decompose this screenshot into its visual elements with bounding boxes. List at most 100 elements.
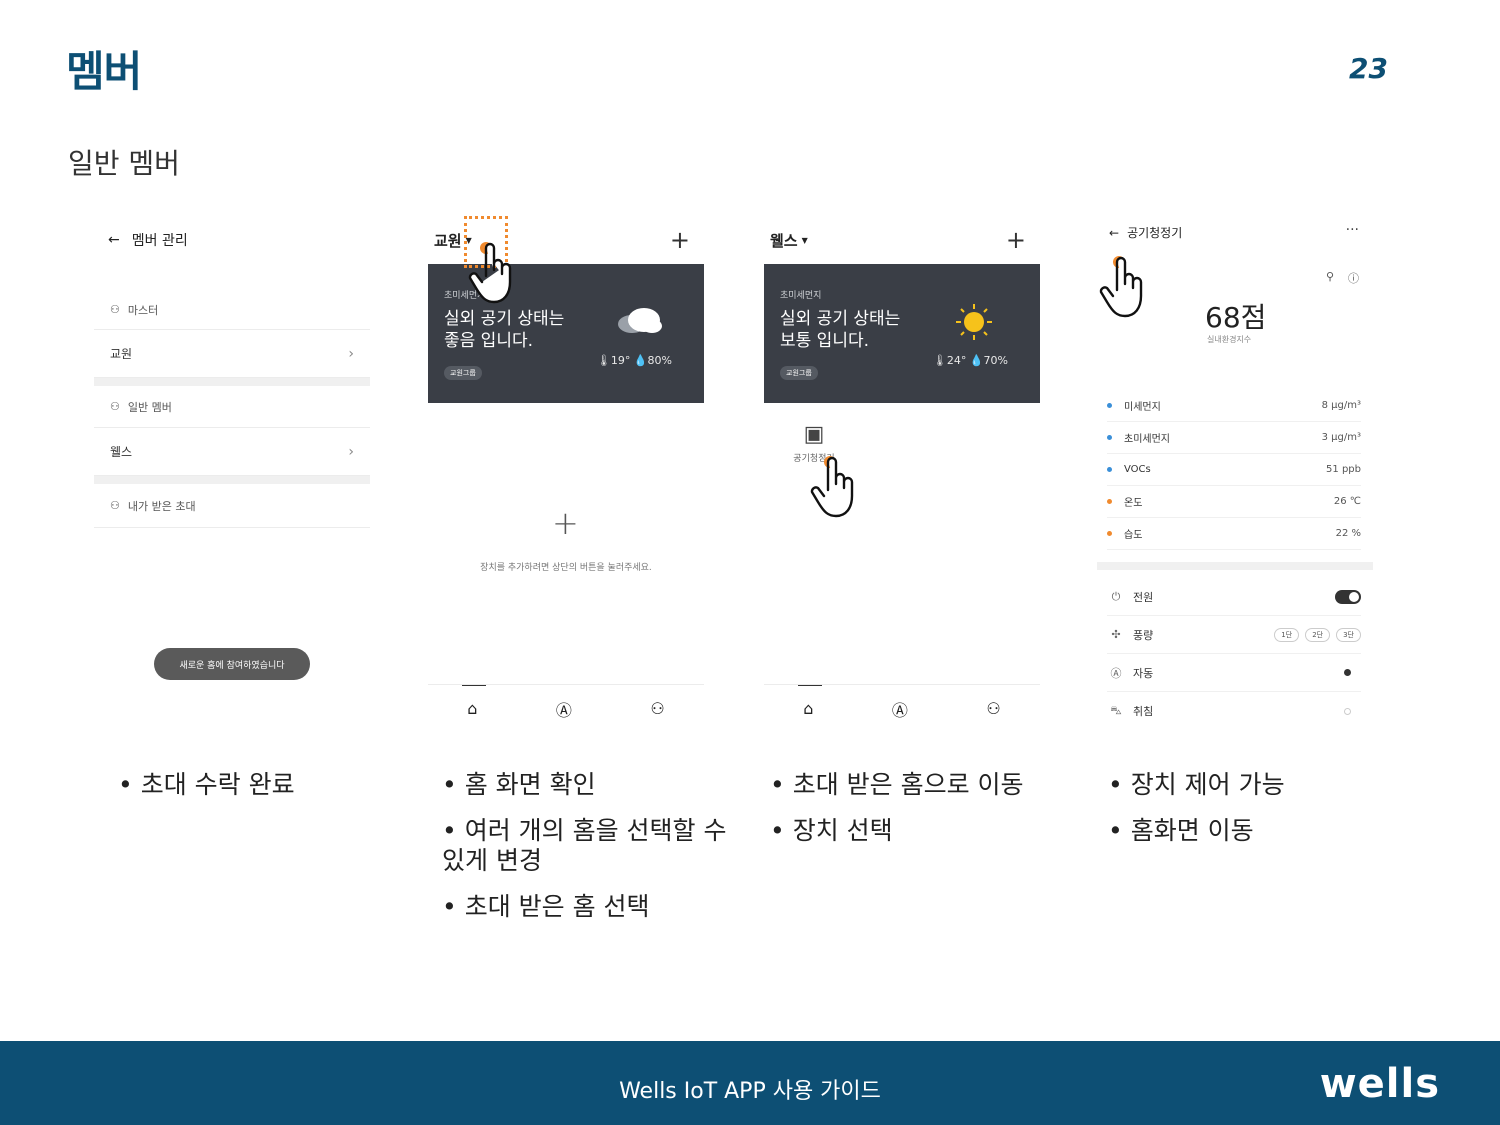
metric-name: 초미세먼지 <box>1124 434 1170 445</box>
home-item-wells[interactable]: 웰스 › <box>94 428 370 476</box>
auto-icon: Ⓐ <box>1110 666 1122 680</box>
caption-item: 초대 수락 완료 <box>118 770 408 800</box>
airflow-control: ✣ 풍량 1단 2단 3단 <box>1107 616 1361 654</box>
sleep-control: ⛍ 취침 <box>1107 692 1361 730</box>
screen-header: ← 공기청정기 <box>1109 224 1182 241</box>
home-screen-wells: 웰스 ▼ + 초미세먼지 실외 공기 상태는 보통 입니다. 교원그룹 🌡24°… <box>764 212 1040 732</box>
footer-title: Wells IoT APP 사용 가이드 <box>619 1079 881 1104</box>
status-dot <box>1107 499 1112 504</box>
caption-item: 초대 받은 홈 선택 <box>442 892 732 922</box>
group-tag: 교원그룹 <box>780 366 818 380</box>
header-title: 멤버 관리 <box>131 233 188 249</box>
wells-logo: wells <box>1319 1061 1440 1107</box>
auto-tab-icon[interactable]: Ⓐ <box>892 697 908 721</box>
section-subtitle: 일반 멤버 <box>68 147 180 180</box>
speed-1-button[interactable]: 1단 <box>1274 627 1300 642</box>
add-device-button[interactable]: + <box>670 226 690 254</box>
metric-row: 습도 22 % <box>1107 518 1361 550</box>
device-control-screen: ← 공기청정기 ··· ⚲ ⓘ 68점 실내환경지수 미세먼지 8 μg/m³ … <box>1097 212 1373 732</box>
status-dot <box>1107 467 1112 472</box>
profile-tab-icon[interactable]: ⚇ <box>986 699 1000 718</box>
fan-icon: ✣ <box>1111 628 1121 641</box>
metric-value: 8 μg/m³ <box>1321 400 1361 411</box>
master-label: 마스터 <box>127 303 159 317</box>
chevron-right-icon: › <box>348 345 354 362</box>
card-label: 초미세먼지 <box>780 291 822 301</box>
caption-item: 장치 제어 가능 <box>1108 770 1398 800</box>
card-status: 실외 공기 상태는 보통 입니다. <box>780 309 901 351</box>
filter-icon[interactable]: ⚲ <box>1326 270 1334 286</box>
status-dot <box>1107 435 1112 440</box>
weather-readout: 🌡19° 💧80% <box>596 354 672 367</box>
sun-icon <box>956 304 992 340</box>
home-name: 교원 <box>434 232 462 250</box>
speed-2-button[interactable]: 2단 <box>1305 627 1331 642</box>
caption-item: 홈화면 이동 <box>1108 816 1398 846</box>
add-device-button[interactable]: + <box>1006 226 1026 254</box>
auto-radio[interactable] <box>1344 669 1351 676</box>
metric-name: VOCs <box>1124 464 1151 475</box>
master-icon: ⚇ <box>110 303 120 316</box>
weather-readout: 🌡24° 💧70% <box>932 354 1008 367</box>
general-member-section: ⚇ 일반 멤버 <box>94 386 370 428</box>
divider <box>94 476 370 484</box>
status-icons: ⚲ ⓘ <box>1326 270 1359 286</box>
power-icon: ⏻ <box>1111 589 1121 603</box>
bed-icon: ⛍ <box>1110 703 1122 717</box>
person-icon: ⚇ <box>110 400 120 413</box>
metric-name: 온도 <box>1124 498 1143 509</box>
caret-down-icon: ▼ <box>801 236 808 245</box>
air-purifier-icon: ▣ <box>803 422 825 447</box>
home-tab-icon[interactable]: ⌂ <box>467 699 477 718</box>
sleep-radio[interactable] <box>1344 707 1351 715</box>
home-item-gyowon[interactable]: 교원 › <box>94 330 370 378</box>
home-selector[interactable]: 웰스 ▼ <box>770 230 808 251</box>
speed-options: 1단 2단 3단 <box>1274 627 1361 642</box>
caption-item: 여러 개의 홈을 선택할 수 있게 변경 <box>442 816 732 876</box>
back-arrow-icon[interactable]: ← <box>108 232 120 248</box>
general-label: 일반 멤버 <box>127 400 172 414</box>
member-management-screen: ← 멤버 관리 ⚇ 마스터 교원 › ⚇ 일반 멤버 웰스 › ⚇ 내가 받은 … <box>94 212 370 732</box>
more-icon[interactable]: ··· <box>1346 222 1359 238</box>
control-label: 자동 <box>1133 666 1154 680</box>
control-label: 풍량 <box>1133 628 1154 642</box>
metric-value: 51 ppb <box>1326 464 1361 475</box>
control-label: 전원 <box>1133 590 1154 604</box>
metric-name: 습도 <box>1124 530 1143 541</box>
empty-message: 장치를 추가하려면 상단의 버튼을 눌러주세요. <box>480 563 652 573</box>
hand-pointer-icon <box>810 456 854 518</box>
invites-label: 내가 받은 초대 <box>127 499 196 513</box>
back-arrow-icon[interactable]: ← <box>1109 226 1119 240</box>
invites-section: ⚇ 내가 받은 초대 <box>94 484 370 528</box>
divider <box>94 378 370 386</box>
power-toggle[interactable] <box>1335 589 1361 604</box>
speed-3-button[interactable]: 3단 <box>1336 627 1361 642</box>
hand-pointer-icon <box>468 242 512 304</box>
info-icon[interactable]: ⓘ <box>1348 270 1359 286</box>
invite-icon: ⚇ <box>110 499 120 512</box>
home-screen-gyowon: 교원 ▼ + 초미세먼지 실외 공기 상태는 좋음 입니다. 교원그룹 🌡19°… <box>428 212 704 732</box>
home-label: 웰스 <box>110 445 133 459</box>
metric-value: 22 % <box>1335 528 1361 539</box>
caption-item: 장치 선택 <box>770 816 1070 846</box>
profile-tab-icon[interactable]: ⚇ <box>650 699 664 718</box>
power-control: ⏻ 전원 <box>1107 578 1361 616</box>
caption-screen3: 초대 받은 홈으로 이동 장치 선택 <box>770 770 1070 862</box>
auto-tab-icon[interactable]: Ⓐ <box>556 697 572 721</box>
group-tag: 교원그룹 <box>444 366 482 380</box>
metric-name: 미세먼지 <box>1124 402 1161 413</box>
card-status: 실외 공기 상태는 좋음 입니다. <box>444 309 565 351</box>
air-quality-card: 초미세먼지 실외 공기 상태는 보통 입니다. 교원그룹 🌡24° 💧70% <box>764 264 1040 403</box>
home-label: 교원 <box>110 347 133 361</box>
cloud-icon <box>618 308 662 333</box>
status-dot <box>1107 531 1112 536</box>
empty-add-icon[interactable]: + <box>552 504 579 542</box>
metric-row: 미세먼지 8 μg/m³ <box>1107 390 1361 422</box>
home-tab-icon[interactable]: ⌂ <box>803 699 813 718</box>
screen-header: ← 멤버 관리 <box>108 230 188 250</box>
score-subtitle: 실내환경지수 <box>1207 335 1252 344</box>
page-number: 23 <box>1349 52 1388 85</box>
hand-pointer-icon <box>1099 256 1143 318</box>
caption-item: 초대 받은 홈으로 이동 <box>770 770 1070 800</box>
metric-row: VOCs 51 ppb <box>1107 454 1361 486</box>
